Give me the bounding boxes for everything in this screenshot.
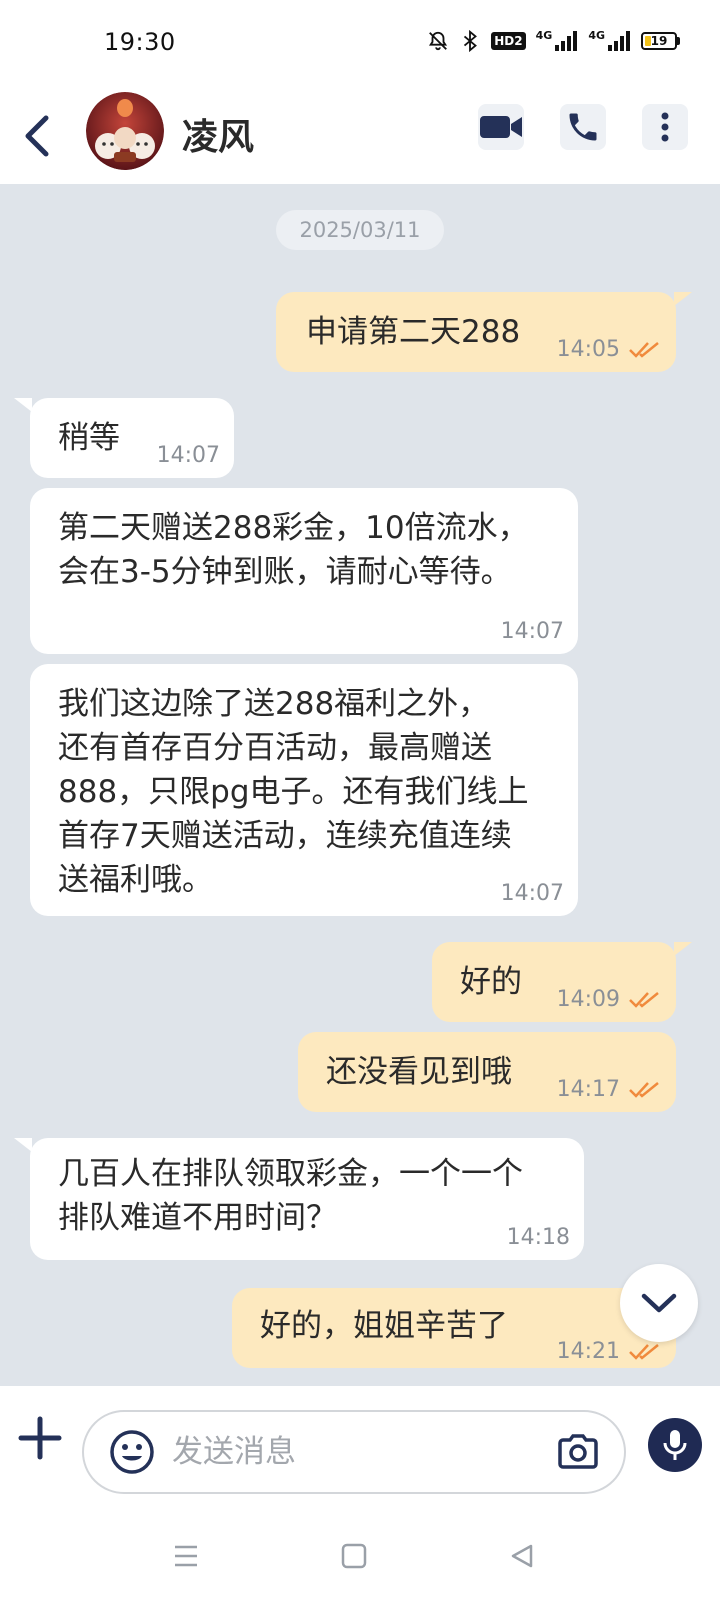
message-line: 排队难道不用时间？ xyxy=(58,1200,337,1236)
message-text: 好的，姐姐辛苦了 xyxy=(260,1308,508,1344)
message-meta: 14:21 xyxy=(557,1340,662,1364)
system-nav-bar xyxy=(0,1510,720,1600)
message-line: 几百人在排队领取彩金，一个一个 xyxy=(58,1156,523,1192)
message-meta: 14:05 xyxy=(557,338,662,362)
message-bubble-outgoing[interactable]: 好的，姐姐辛苦了 14:21 xyxy=(232,1288,676,1368)
home-square-icon xyxy=(341,1543,367,1569)
emoji-button[interactable] xyxy=(108,1428,156,1476)
mute-bell-icon xyxy=(427,30,449,52)
more-options-button[interactable] xyxy=(642,104,688,150)
message-meta: 14:09 xyxy=(557,988,662,1012)
message-bubble-outgoing[interactable]: 好的 14:09 xyxy=(432,942,692,1022)
message-meta: 14:07 xyxy=(501,620,564,644)
back-arrow-icon xyxy=(25,115,49,157)
message-bubble-incoming[interactable]: 我们这边除了送288福利之外， 还有首存百分百活动，最高赠送 888，只限pg电… xyxy=(30,664,578,916)
chat-header: 凌风 xyxy=(0,90,720,184)
read-check-icon xyxy=(629,1082,659,1098)
voice-call-button[interactable] xyxy=(560,104,606,150)
message-time: 14:21 xyxy=(556,1339,620,1364)
message-bubble-incoming[interactable]: 第二天赠送288彩金，10倍流水， 会在3-5分钟到账，请耐心等待。 14:07 xyxy=(30,488,578,654)
contact-name[interactable]: 凌风 xyxy=(182,108,254,160)
voice-message-button[interactable] xyxy=(648,1418,702,1472)
microphone-icon xyxy=(663,1430,687,1460)
message-bubble-outgoing[interactable]: 申请第二天288 14:05 xyxy=(276,292,692,372)
read-check-icon xyxy=(629,992,659,1008)
back-button[interactable] xyxy=(14,108,60,164)
message-time: 14:18 xyxy=(506,1225,570,1250)
video-call-button[interactable] xyxy=(478,104,524,150)
menu-icon xyxy=(175,1545,197,1567)
phone-icon xyxy=(569,113,597,141)
message-time: 14:17 xyxy=(556,1077,620,1102)
message-meta: 14:07 xyxy=(157,444,220,468)
nav-menu-button[interactable] xyxy=(166,1536,206,1576)
message-text: 还没看见到哦 xyxy=(326,1054,512,1090)
message-bubble-incoming[interactable]: 几百人在排队领取彩金，一个一个 排队难道不用时间？ 14:18 xyxy=(14,1138,584,1260)
bluetooth-icon xyxy=(459,30,481,52)
message-meta: 14:07 xyxy=(501,882,564,906)
read-check-icon xyxy=(629,342,659,358)
signal-icon xyxy=(554,30,578,52)
message-text-block: 几百人在排队领取彩金，一个一个 排队难道不用时间？ xyxy=(58,1152,523,1240)
message-bubble-outgoing[interactable]: 还没看见到哦 14:17 xyxy=(298,1032,676,1112)
emoji-icon xyxy=(110,1430,154,1474)
network-type-2: 4G xyxy=(588,28,605,42)
message-time: 14:07 xyxy=(156,443,220,468)
status-icons: HD2 4G 4G 19 xyxy=(427,28,680,52)
message-time: 14:07 xyxy=(500,881,564,906)
message-bubble-incoming[interactable]: 稍等 14:07 xyxy=(14,398,234,478)
message-line: 888，只限pg电子。还有我们线上 xyxy=(58,774,529,810)
message-line: 送福利哦。 xyxy=(58,862,213,898)
more-icon xyxy=(661,112,669,142)
message-list[interactable]: 2025/03/11 申请第二天288 14:05 稍等 14:07 第二天赠送… xyxy=(0,184,720,1386)
signal-icon-2 xyxy=(607,30,631,52)
message-meta: 14:17 xyxy=(557,1078,662,1102)
back-triangle-icon xyxy=(511,1544,533,1568)
message-time: 14:05 xyxy=(556,337,620,362)
message-input-box[interactable] xyxy=(82,1410,626,1494)
battery-icon: 19 xyxy=(641,32,680,50)
chevron-down-icon xyxy=(641,1293,677,1313)
message-line: 会在3-5分钟到账，请耐心等待。 xyxy=(58,554,512,590)
attach-button[interactable] xyxy=(18,1416,62,1460)
scroll-to-bottom-button[interactable] xyxy=(620,1264,698,1342)
message-line: 首存7天赠送活动，连续充值连续 xyxy=(58,818,512,854)
message-line: 我们这边除了送288福利之外， xyxy=(58,686,490,722)
message-input[interactable] xyxy=(172,1428,512,1476)
message-line: 第二天赠送288彩金，10倍流水， xyxy=(58,510,529,546)
avatar[interactable] xyxy=(86,92,164,170)
message-composer xyxy=(0,1386,720,1510)
message-line: 还有首存百分百活动，最高赠送 xyxy=(58,730,492,766)
message-meta: 14:18 xyxy=(507,1226,570,1250)
message-text: 稍等 xyxy=(58,420,120,456)
nav-back-button[interactable] xyxy=(502,1536,542,1576)
camera-icon xyxy=(558,1434,598,1469)
date-separator: 2025/03/11 xyxy=(276,210,444,250)
message-text-block: 第二天赠送288彩金，10倍流水， 会在3-5分钟到账，请耐心等待。 xyxy=(58,506,529,594)
message-text-block: 我们这边除了送288福利之外， 还有首存百分百活动，最高赠送 888，只限pg电… xyxy=(58,682,529,902)
message-time: 14:09 xyxy=(556,987,620,1012)
read-check-icon xyxy=(629,1344,659,1360)
plus-icon xyxy=(18,1416,62,1460)
message-time: 14:07 xyxy=(500,619,564,644)
video-call-icon xyxy=(480,116,522,138)
network-type-1: 4G xyxy=(535,28,553,42)
status-bar: 19:30 HD2 4G 4G 19 xyxy=(0,0,720,90)
nav-home-button[interactable] xyxy=(334,1536,374,1576)
message-text: 申请第二天288 xyxy=(306,314,521,350)
camera-button[interactable] xyxy=(554,1428,602,1476)
hd-voice-badge: HD2 xyxy=(491,32,526,50)
battery-level: 19 xyxy=(650,34,668,48)
status-time: 19:30 xyxy=(104,28,176,56)
message-text: 好的 xyxy=(460,964,522,1000)
